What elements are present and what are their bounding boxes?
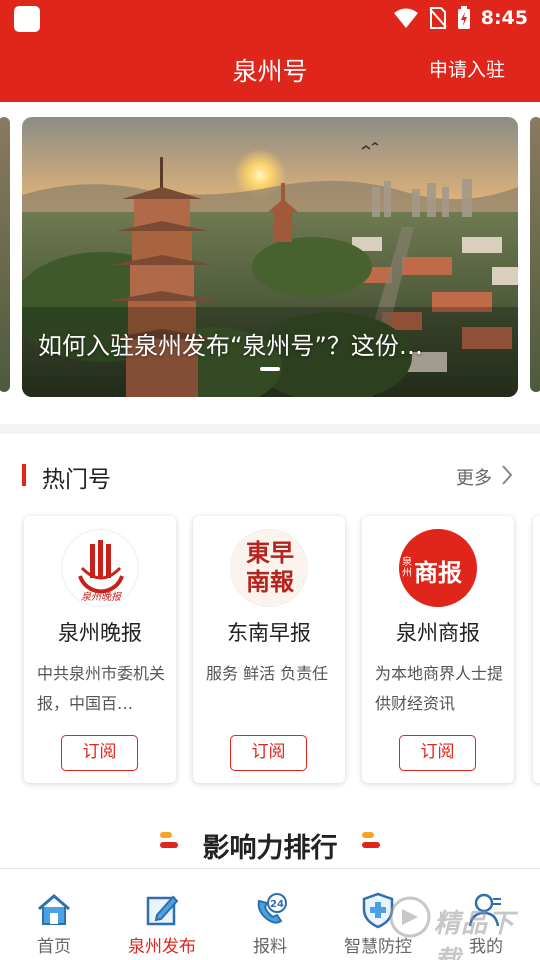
carousel-indicator (260, 367, 280, 371)
logo-seal-text: 東早南報 (246, 538, 294, 596)
quanzhou-business-news-logo: 泉州 商报 (399, 529, 477, 607)
section-accent-bar (22, 464, 26, 486)
chevron-right-icon[interactable] (500, 463, 514, 487)
ranking-header: 影响力排行 (0, 820, 540, 866)
subscribe-button[interactable]: 订阅 (61, 735, 138, 771)
account-card[interactable]: 泉州 商报 泉州商报 为本地商界人士提供财经资讯 订阅 (362, 516, 514, 783)
status-icons: 8:45 (393, 4, 528, 32)
next-card-peek[interactable] (533, 516, 540, 783)
next-slide-peek[interactable] (530, 117, 540, 392)
hot-accounts-list: 泉州晚报 泉州晚报 中共泉州市委机关报，中国百… 订阅 東早南報 东南早报 服务… (0, 516, 540, 786)
hot-accounts-header: 热门号 更多 (0, 450, 540, 500)
banner-carousel[interactable]: 如何入驻泉州发布“泉州号”？这份… (0, 102, 540, 424)
account-description: 为本地商界人士提供财经资讯 (375, 664, 504, 713)
subscribe-button[interactable]: 订阅 (230, 735, 307, 771)
logo-main-text: 商报 (414, 559, 462, 587)
tab-home[interactable]: 首页 (0, 869, 108, 960)
apply-join-button[interactable]: 申请入驻 (429, 55, 505, 82)
watermark-logo-icon (389, 896, 431, 938)
previous-slide-peek[interactable] (0, 117, 10, 392)
app-header: 8:45 泉州号 申请入驻 (0, 0, 540, 102)
section-divider (0, 424, 540, 434)
section-title: 热门号 (42, 467, 111, 493)
tab-quanzhou-publish[interactable]: 泉州发布 (108, 869, 216, 960)
tab-label: 报料 (253, 937, 287, 957)
title-decoration-right (362, 832, 380, 856)
wifi-icon (393, 8, 418, 28)
status-bar: 8:45 (0, 0, 540, 36)
battery-charging-icon (457, 6, 470, 29)
account-name[interactable]: 东南早报 (193, 617, 345, 647)
southeast-morning-news-logo: 東早南報 (230, 529, 308, 607)
logo-small-text: 泉州 (402, 557, 412, 579)
account-card[interactable]: 東早南報 东南早报 服务 鲜活 负责任 订阅 (193, 516, 345, 783)
phone-24-icon: 24 (257, 893, 287, 924)
banner-caption[interactable]: 如何入驻泉州发布“泉州号”？这份… (38, 326, 508, 361)
account-card[interactable]: 泉州晚报 泉州晚报 中共泉州市委机关报，中国百… 订阅 (24, 516, 176, 783)
quanzhou-evening-news-logo: 泉州晚报 (61, 529, 139, 607)
subscribe-button[interactable]: 订阅 (399, 735, 476, 771)
account-name[interactable]: 泉州商报 (362, 617, 514, 647)
account-description: 中共泉州市委机关报，中国百… (37, 664, 166, 713)
bottom-tab-bar: 首页 泉州发布 24 报料 智慧防控 我的 精品下 (0, 868, 540, 960)
clock: 8:45 (480, 7, 528, 29)
more-link[interactable]: 更多 (456, 464, 492, 490)
ranking-title: 影响力排行 (202, 833, 338, 864)
tab-label: 首页 (37, 937, 71, 957)
notification-app-icon (14, 6, 40, 32)
logo-script-text: 泉州晚报 (81, 592, 121, 603)
watermark: 精品下载 (386, 889, 536, 960)
banner-slide[interactable]: 如何入驻泉州发布“泉州号”？这份… (22, 117, 518, 397)
edit-icon (146, 895, 179, 926)
home-icon (38, 894, 70, 925)
no-sim-icon (428, 7, 447, 29)
account-description: 服务 鲜活 负责任 (206, 664, 329, 683)
account-name[interactable]: 泉州晚报 (24, 617, 176, 647)
svg-text:24: 24 (270, 899, 284, 910)
tab-label: 泉州发布 (128, 937, 196, 957)
tab-report[interactable]: 24 报料 (216, 869, 324, 960)
watermark-text: 精品下载 (434, 909, 516, 960)
